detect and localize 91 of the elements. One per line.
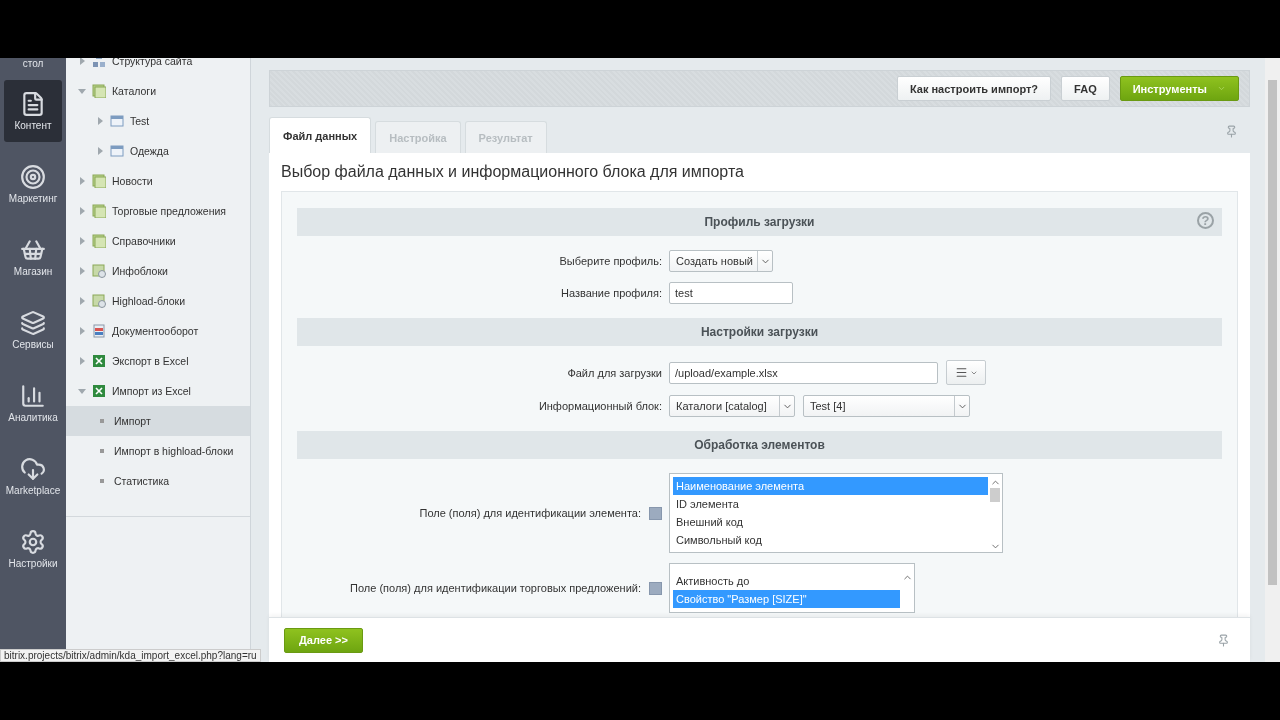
sitemap-icon — [92, 58, 106, 68]
target-icon — [20, 164, 46, 190]
scroll-thumb[interactable] — [990, 488, 1000, 502]
collapsed-arrow-icon[interactable] — [78, 177, 86, 185]
sidebar-item[interactable]: Маркетинг — [4, 153, 62, 215]
folder-icon — [92, 234, 106, 248]
bullet-icon — [100, 419, 104, 423]
menu-icon — [954, 366, 968, 379]
list-option[interactable]: Активность до — [673, 572, 900, 590]
expanded-arrow-icon[interactable] — [78, 387, 86, 395]
tab[interactable]: Файл данных — [269, 117, 372, 153]
tree-item[interactable]: Статистика — [66, 466, 250, 496]
sidebar-item[interactable]: Настройки — [4, 518, 62, 580]
spreadsheet-icon — [92, 354, 106, 368]
cloud-download-icon — [20, 456, 46, 482]
caret-icon — [1217, 84, 1226, 93]
tree-item[interactable]: Новости — [66, 166, 250, 196]
window-icon — [110, 144, 124, 158]
tree-item[interactable]: Каталоги — [66, 76, 250, 106]
collapsed-arrow-icon[interactable] — [78, 297, 86, 305]
field-label: Поле (поля) для идентификации торговых предложений: — [350, 582, 641, 594]
status-url: bitrix.projects/bitrix/admin/kda_import_excel.php?lang=ru — [0, 649, 261, 662]
tree-item[interactable]: Торговые предложения — [66, 196, 250, 226]
bar-chart-icon — [20, 383, 46, 409]
tree-item[interactable]: Одежда — [66, 136, 250, 166]
tree-item[interactable]: Справочники — [66, 226, 250, 256]
sidebar-item[interactable]: стол — [4, 58, 62, 78]
help-icon[interactable] — [649, 506, 662, 520]
section-title: Профиль загрузки — [704, 215, 815, 229]
help-icon[interactable] — [649, 581, 662, 595]
settings-icon — [20, 529, 46, 555]
page-title: Выбор файла данных и информационного блока для импорта — [281, 163, 745, 181]
collapsed-arrow-icon[interactable] — [78, 357, 86, 365]
block-icon — [92, 294, 106, 308]
toolbar-button[interactable]: Как настроить импорт? — [896, 76, 1052, 101]
tree-item[interactable]: Импорт — [66, 406, 250, 436]
tree-item[interactable]: Структура сайта — [66, 58, 250, 76]
tree-item[interactable]: Импорт в highload-блоки — [66, 436, 250, 466]
block-icon — [92, 264, 106, 278]
tree-item[interactable]: Инфоблоки — [66, 256, 250, 286]
basket-icon — [20, 237, 46, 263]
file-menu-button[interactable] — [946, 360, 986, 385]
expanded-arrow-icon[interactable] — [78, 87, 86, 95]
field-label: Информационный блок: — [538, 400, 662, 412]
layers-icon — [20, 310, 46, 336]
sidebar-item[interactable]: Marketplace — [4, 445, 62, 507]
collapsed-arrow-icon[interactable] — [78, 267, 86, 275]
options-listbox[interactable]: Активность до Свойство "Размер [SIZE]" — [669, 563, 915, 613]
section-title: Обработка элементов — [694, 438, 825, 452]
list-option[interactable]: ID элемента — [673, 495, 988, 513]
pin-icon[interactable] — [1225, 125, 1238, 138]
field-label: Файл для загрузки — [567, 366, 662, 379]
field-label: Поле (поля) для идентификации элемента: — [419, 507, 641, 519]
toolbar-button[interactable]: FAQ — [1061, 76, 1110, 101]
folder-icon — [92, 204, 106, 218]
tree-item[interactable]: Документооборот — [66, 316, 250, 346]
scrollbar[interactable] — [1265, 58, 1280, 662]
field-label: Выберите профиль: — [559, 255, 662, 267]
bullet-icon — [100, 449, 104, 453]
field-label: Название профиля: — [560, 287, 662, 299]
collapsed-arrow-icon[interactable] — [78, 207, 86, 215]
tree-item[interactable]: Экспорт в Excel — [66, 346, 250, 376]
collapsed-arrow-icon[interactable] — [78, 237, 86, 245]
collapsed-arrow-icon[interactable] — [96, 147, 104, 155]
sidebar-item[interactable]: Сервисы — [4, 299, 62, 361]
list-option[interactable]: Внешний код — [673, 513, 988, 531]
pin-icon[interactable] — [1217, 633, 1230, 647]
sidebar-item[interactable]: Магазин — [4, 226, 62, 288]
iblock-select[interactable]: Test [4] — [803, 395, 970, 417]
documents-icon — [92, 324, 106, 338]
profile-select[interactable]: Создать новый — [669, 250, 773, 272]
document-icon — [20, 91, 46, 117]
section-title: Настройки загрузки — [700, 325, 819, 339]
tree-item[interactable]: Импорт из Excel — [66, 376, 250, 406]
bullet-icon — [100, 479, 104, 483]
iblock-type-select[interactable]: Каталоги [catalog] — [669, 395, 795, 417]
list-option[interactable]: Символьный код — [673, 531, 988, 549]
tree-item[interactable]: Test — [66, 106, 250, 136]
file-path-field[interactable]: /upload/example.xlsx — [669, 361, 938, 384]
collapsed-arrow-icon[interactable] — [78, 327, 86, 335]
window-icon — [110, 114, 124, 128]
sidebar-item[interactable]: Аналитика — [4, 372, 62, 434]
text-field[interactable]: test — [669, 282, 793, 304]
collapsed-arrow-icon[interactable] — [78, 58, 86, 65]
tree-item[interactable]: Highload-блоки — [66, 286, 250, 316]
spreadsheet-icon — [92, 384, 106, 398]
sidebar-item[interactable]: Контент — [4, 80, 62, 142]
collapsed-arrow-icon[interactable] — [96, 117, 104, 125]
folder-icon — [92, 84, 106, 98]
options-listbox[interactable]: Наименование элемента ID элемента Внешний код Символьный код — [669, 473, 1003, 553]
folder-icon — [92, 174, 106, 188]
